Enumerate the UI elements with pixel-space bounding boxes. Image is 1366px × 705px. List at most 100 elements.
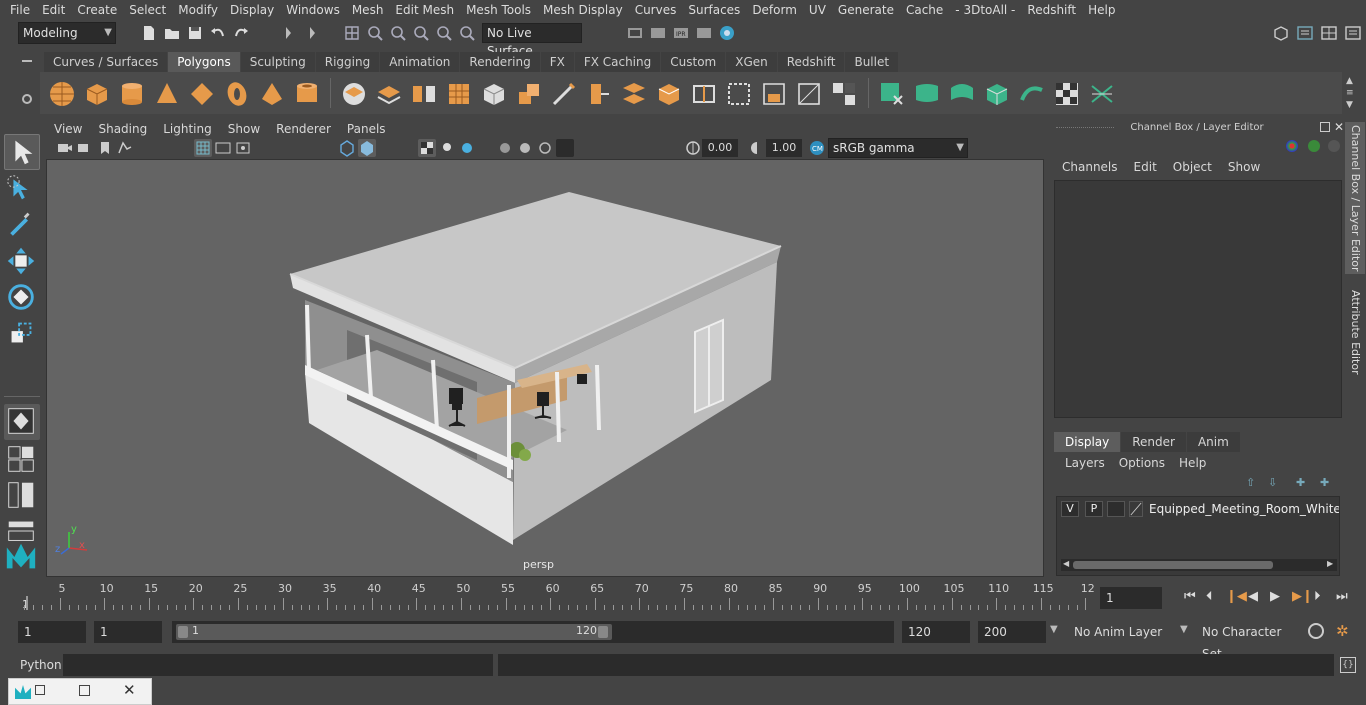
channel-toggle-icon-2[interactable] bbox=[1328, 140, 1340, 152]
shelf-tab-redshift[interactable]: Redshift bbox=[777, 52, 845, 72]
playback-start-field[interactable]: 1 bbox=[94, 621, 162, 643]
fill-hole-icon[interactable] bbox=[760, 80, 788, 108]
options-menu[interactable]: Options bbox=[1112, 456, 1172, 470]
menu-curves[interactable]: Curves bbox=[629, 3, 683, 17]
shelf-tab-xgen[interactable]: XGen bbox=[726, 52, 777, 72]
menu-cache[interactable]: Cache bbox=[900, 3, 949, 17]
shelf-tab-fx[interactable]: FX bbox=[540, 52, 574, 72]
range-handle-left[interactable] bbox=[178, 626, 188, 638]
merge-icon[interactable] bbox=[830, 80, 858, 108]
menu-generate[interactable]: Generate bbox=[832, 3, 900, 17]
grid-toggle-icon[interactable] bbox=[194, 139, 212, 157]
poly-torus-icon[interactable] bbox=[223, 80, 251, 108]
menu-modify[interactable]: Modify bbox=[172, 3, 224, 17]
ipr-render-icon[interactable]: IPR bbox=[672, 24, 690, 42]
menu-uv[interactable]: UV bbox=[803, 3, 832, 17]
step-forward-key-icon[interactable]: ⏵ bbox=[1314, 589, 1321, 604]
save-scene-icon[interactable] bbox=[186, 24, 204, 42]
scale-tool[interactable] bbox=[4, 316, 40, 352]
shelf-tab-animation[interactable]: Animation bbox=[380, 52, 460, 72]
hypershade-icon[interactable] bbox=[718, 24, 736, 42]
poly-cylinder-icon[interactable] bbox=[118, 80, 146, 108]
layer-hscroll[interactable]: ◀ ▶ bbox=[1061, 559, 1337, 571]
layer-type-toggle[interactable] bbox=[1107, 501, 1125, 517]
range-handle-right[interactable] bbox=[598, 626, 608, 638]
make-live-icon[interactable] bbox=[458, 24, 476, 42]
antialias-icon[interactable] bbox=[556, 139, 574, 157]
lights-icon[interactable] bbox=[438, 139, 456, 157]
command-input[interactable] bbox=[63, 654, 493, 676]
poly-pyramid-icon[interactable] bbox=[258, 80, 286, 108]
channel-layout-icon[interactable] bbox=[1344, 24, 1362, 42]
undo-icon[interactable] bbox=[209, 24, 227, 42]
color-space-dropdown[interactable]: sRGB gamma ▼ bbox=[828, 138, 968, 158]
snap-curve-icon[interactable] bbox=[366, 24, 384, 42]
close-window-icon[interactable]: ✕ bbox=[123, 681, 136, 699]
play-backward-icon[interactable]: ◀ bbox=[1248, 589, 1258, 604]
range-slider[interactable]: 1 120 bbox=[172, 621, 894, 643]
smooth-shading-icon[interactable] bbox=[358, 139, 376, 157]
wireframe-shading-icon[interactable] bbox=[338, 139, 356, 157]
select-object-icon[interactable] bbox=[304, 24, 322, 42]
menu-create[interactable]: Create bbox=[71, 3, 123, 17]
exposure-field[interactable]: 0.00 bbox=[702, 139, 738, 157]
lasso-tool[interactable] bbox=[4, 172, 40, 208]
viewport-menu-lighting[interactable]: Lighting bbox=[155, 122, 220, 136]
scroll-thumb[interactable] bbox=[1073, 561, 1273, 569]
channel-toggle-icon[interactable] bbox=[1308, 140, 1320, 152]
edit-menu[interactable]: Edit bbox=[1126, 160, 1165, 174]
color-management-icon[interactable]: CM bbox=[808, 139, 826, 157]
workspace-icon[interactable] bbox=[1272, 24, 1290, 42]
show-menu[interactable]: Show bbox=[1220, 160, 1268, 174]
bridge-icon[interactable] bbox=[620, 80, 648, 108]
scroll-left-icon[interactable]: ◀ bbox=[1063, 559, 1069, 568]
menu-file[interactable]: File bbox=[4, 3, 36, 17]
paint-select-tool[interactable] bbox=[4, 208, 40, 244]
append-icon[interactable] bbox=[655, 80, 683, 108]
anim-layer-dropdown[interactable]: No Anim Layer bbox=[1068, 621, 1174, 643]
snap-surface-icon[interactable] bbox=[435, 24, 453, 42]
uv-cylindrical-icon[interactable] bbox=[913, 80, 941, 108]
render-frame-icon[interactable] bbox=[649, 24, 667, 42]
multicut-icon[interactable] bbox=[550, 80, 578, 108]
select-hierarchy-icon[interactable] bbox=[280, 24, 298, 42]
move-layer-down-icon[interactable]: ⇩ bbox=[1268, 476, 1277, 489]
current-time-indicator[interactable] bbox=[26, 596, 28, 610]
uv-unfold-icon[interactable] bbox=[1018, 80, 1046, 108]
open-scene-icon[interactable] bbox=[163, 24, 181, 42]
layer-playback-toggle[interactable]: P bbox=[1085, 501, 1103, 517]
shelf-scroll-up-icon[interactable]: ▲ bbox=[1346, 76, 1353, 86]
xyz-toggle-icon[interactable] bbox=[1286, 140, 1298, 152]
viewport-menu-panels[interactable]: Panels bbox=[339, 122, 394, 136]
side-tab-attribute-editor[interactable]: Attribute Editor bbox=[1345, 282, 1365, 382]
viewport-menu-show[interactable]: Show bbox=[220, 122, 268, 136]
menu-surfaces[interactable]: Surfaces bbox=[682, 3, 746, 17]
character-set-dropdown[interactable]: No Character Set bbox=[1196, 621, 1300, 661]
bookmark-icon[interactable] bbox=[96, 139, 114, 157]
poly-sphere-icon[interactable] bbox=[48, 80, 76, 108]
new-scene-icon[interactable] bbox=[140, 24, 158, 42]
shelf-tab-rendering[interactable]: Rendering bbox=[460, 52, 540, 72]
shelf-tab-curves-surfaces[interactable]: Curves / Surfaces bbox=[44, 52, 168, 72]
menu-redshift[interactable]: Redshift bbox=[1021, 3, 1082, 17]
outliner-layout-icon[interactable] bbox=[4, 478, 40, 514]
menu-mesh-display[interactable]: Mesh Display bbox=[537, 3, 629, 17]
preferences-icon[interactable]: ✲ bbox=[1336, 622, 1349, 640]
image-plane-icon[interactable] bbox=[116, 139, 134, 157]
script-editor-icon[interactable]: {} bbox=[1340, 657, 1356, 673]
resolution-gate-icon[interactable] bbox=[234, 139, 252, 157]
menu-mesh[interactable]: Mesh bbox=[346, 3, 390, 17]
uv-planar-icon[interactable] bbox=[878, 80, 906, 108]
shelf-tab-fx-caching[interactable]: FX Caching bbox=[574, 52, 661, 72]
move-tool[interactable] bbox=[4, 244, 40, 280]
shelf-tab-rigging[interactable]: Rigging bbox=[315, 52, 380, 72]
menu-edit-mesh[interactable]: Edit Mesh bbox=[389, 3, 460, 17]
playback-end-field[interactable]: 120 bbox=[902, 621, 970, 643]
xray-icon[interactable] bbox=[496, 139, 514, 157]
step-back-frame-icon[interactable]: ❙◀ bbox=[1226, 589, 1247, 604]
snap-point-icon[interactable] bbox=[389, 24, 407, 42]
menu-display[interactable]: Display bbox=[224, 3, 280, 17]
tab-render[interactable]: Render bbox=[1121, 432, 1186, 452]
separate-icon[interactable] bbox=[375, 80, 403, 108]
redo-icon[interactable] bbox=[232, 24, 250, 42]
